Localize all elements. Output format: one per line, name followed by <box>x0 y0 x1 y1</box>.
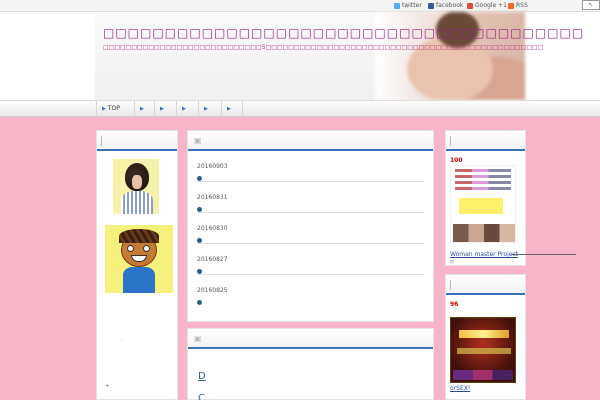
recent-posts-widget: ▣ 20160903 20160831 20160830 20160827 20… <box>187 130 434 322</box>
category-link[interactable]: C <box>198 393 205 400</box>
category-link[interactable]: D <box>198 371 206 382</box>
right-ad-widget-1: 100 Woman master Project !! <box>445 130 576 266</box>
twitter-link[interactable]: twitter <box>394 2 422 9</box>
triangle-right-icon: ▶ <box>102 106 106 112</box>
bullet-icon <box>197 238 202 243</box>
triangle-right-icon: ▶ <box>160 106 164 112</box>
nav-item-6[interactable]: ▶ <box>221 101 243 117</box>
ad-rank-number: 100 <box>450 157 463 164</box>
right-ad-widget-2: 96 orSEX! <box>445 274 526 400</box>
google-plus-icon <box>467 2 473 9</box>
ad-subtext: !! <box>450 260 455 266</box>
triangle-right-icon: ▶ <box>204 106 208 112</box>
site-title[interactable]: □□□□□□□□□□□□□□□□□□□□□□□□□□□□□□□□□□□□□□□ <box>103 26 584 40</box>
post-item[interactable]: 20160830 <box>197 213 424 244</box>
rss-link[interactable]: RSS <box>508 2 528 9</box>
profile-avatar-photo[interactable] <box>113 159 159 214</box>
category-header: ▣ <box>188 329 433 349</box>
site-description: □□□□□□□□□□□□□□□□□□□□□□□□□□□□5□□□□□□□□□□□… <box>103 44 543 51</box>
post-item[interactable]: 20160903 <box>197 151 424 182</box>
facebook-icon <box>428 2 434 9</box>
triangle-right-icon: ▶ <box>182 106 186 112</box>
left-dot: . <box>121 337 123 343</box>
recent-posts-header: ▣ <box>188 131 433 151</box>
ad-link[interactable]: Woman master Project <box>450 251 518 258</box>
corner-toggle-button[interactable]: ↖ <box>582 0 600 10</box>
global-nav: ▶ TOP ▶ ▶ ▶ ▶ ▶ <box>0 100 600 117</box>
ad-link[interactable]: orSEX! <box>450 385 470 392</box>
post-item[interactable]: 20160831 <box>197 182 424 213</box>
triangle-right-icon: ▶ <box>140 106 144 112</box>
nav-item-top[interactable]: ▶ TOP <box>96 101 136 117</box>
leader-line <box>512 254 576 255</box>
post-date: 20160831 <box>197 194 228 201</box>
top-social-bar: twitter facebook Google +1 RSS ↖ <box>0 0 600 12</box>
post-date: 20160830 <box>197 225 228 232</box>
bullet-icon <box>197 300 202 305</box>
site-header: □□□□□□□□□□□□□□□□□□□□□□□□□□□□□□□□□□□□□□□ … <box>0 12 600 100</box>
bullet-icon <box>197 207 202 212</box>
left-plus: + <box>105 383 110 389</box>
nav-item-5[interactable]: ▶ <box>198 101 222 117</box>
post-item[interactable]: 20160827 <box>197 244 424 275</box>
puzzle-icon: ▣ <box>194 136 202 145</box>
post-item[interactable]: 20160825 <box>197 275 424 306</box>
rss-icon <box>508 2 514 9</box>
nav-item-3[interactable]: ▶ <box>154 101 176 117</box>
bullet-icon <box>197 269 202 274</box>
ad-banner-image[interactable] <box>450 317 516 383</box>
ad-rank-number: 96 <box>450 301 459 308</box>
post-date: 20160825 <box>197 287 228 294</box>
ad-banner-image[interactable] <box>450 165 516 243</box>
twitter-icon <box>394 2 400 9</box>
left-sidebar: . + <box>96 130 178 400</box>
nav-item-2[interactable]: ▶ <box>134 101 156 117</box>
facebook-link[interactable]: facebook <box>428 2 463 9</box>
puzzle-icon: ▣ <box>194 334 202 343</box>
google-plus-link[interactable]: Google +1 <box>467 2 507 9</box>
right-widget-header <box>446 131 525 151</box>
right-widget-header <box>446 275 525 295</box>
category-widget: ▣ D C <box>187 328 434 400</box>
left-widget-header <box>97 131 177 151</box>
cartoon-avatar[interactable] <box>105 225 173 293</box>
triangle-right-icon: ▶ <box>227 106 231 112</box>
post-date: 20160827 <box>197 256 228 263</box>
post-date: 20160903 <box>197 163 228 170</box>
nav-item-4[interactable]: ▶ <box>176 101 200 117</box>
bullet-icon <box>197 176 202 181</box>
